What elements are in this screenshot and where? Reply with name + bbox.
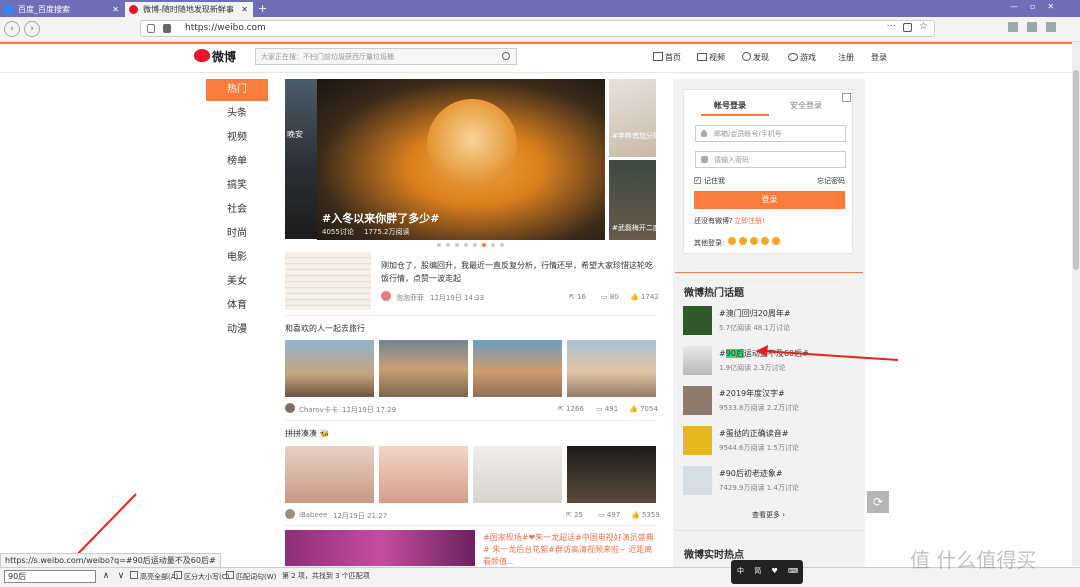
- whole-word-option[interactable]: 匹配词句(W): [226, 571, 276, 582]
- annotation-arrows: [62, 345, 899, 570]
- checkbox-icon[interactable]: [130, 571, 138, 579]
- ime-labels: 中 简 ♥ ⌨: [737, 567, 803, 575]
- find-result-count: 第 2 项，共找到 3 个匹配项: [282, 572, 370, 580]
- find-next-button[interactable]: ∨: [115, 570, 127, 583]
- option-label: 高亮全部(A): [140, 573, 179, 581]
- find-previous-button[interactable]: ∧: [100, 570, 112, 583]
- find-input[interactable]: 90后: [4, 570, 96, 583]
- highlight-all-option[interactable]: 高亮全部(A): [130, 571, 178, 582]
- match-case-option[interactable]: 区分大小写(C): [174, 571, 229, 582]
- annotation-arrow-topic: [761, 350, 899, 361]
- checkbox-icon[interactable]: [226, 571, 234, 579]
- option-label: 区分大小写(C): [184, 573, 230, 581]
- status-url-tooltip: https://s.weibo.com/weibo?q=#90后运动量不及60后…: [0, 553, 221, 568]
- option-label: 匹配词句(W): [236, 573, 277, 581]
- watermark-logo: 值 什么值得买: [910, 548, 1037, 572]
- ime-toolbar[interactable]: 中 简 ♥ ⌨: [731, 560, 803, 584]
- arrow-head: [756, 345, 768, 357]
- checkbox-icon[interactable]: [174, 571, 182, 579]
